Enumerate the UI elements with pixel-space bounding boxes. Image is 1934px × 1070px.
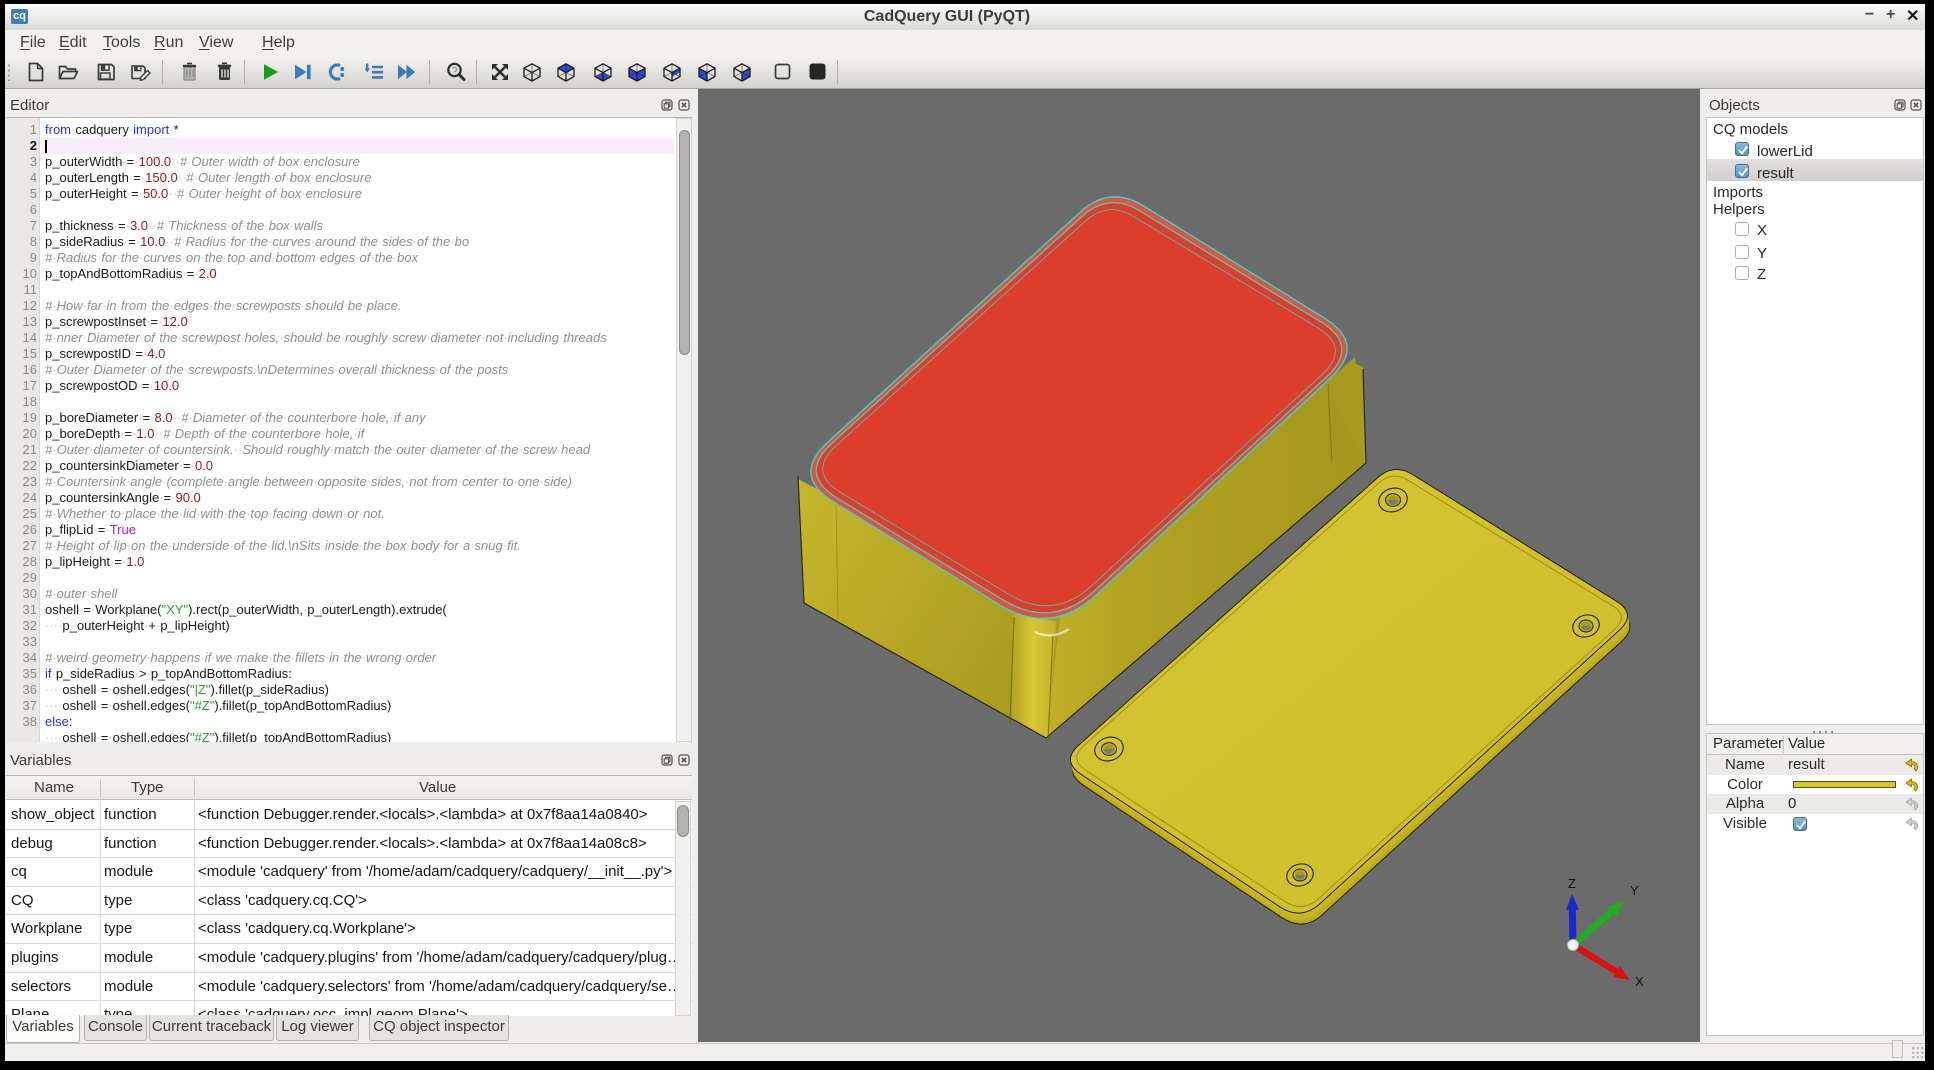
svg-text:X: X bbox=[1635, 974, 1644, 989]
svg-text:Z: Z bbox=[1568, 876, 1576, 891]
svg-text:Y: Y bbox=[1630, 883, 1639, 898]
